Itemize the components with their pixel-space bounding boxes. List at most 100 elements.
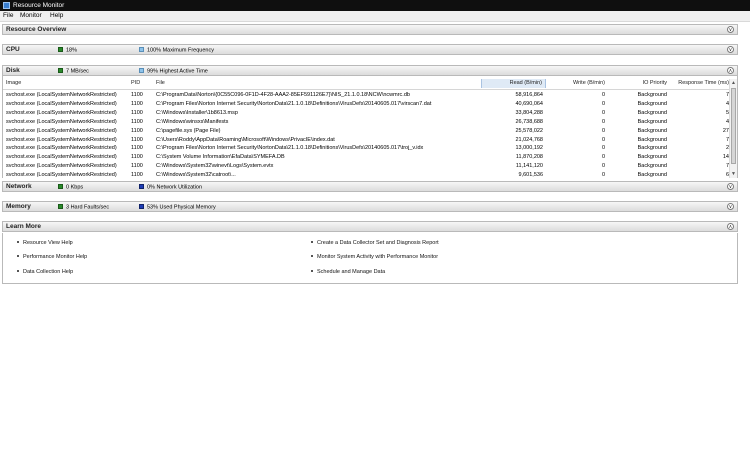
cell-read: 25,578,022 [515, 127, 543, 134]
col-io-priority[interactable]: IO Priority [607, 80, 667, 87]
cpu-usage-stat: 18% [58, 47, 77, 54]
link-create-data-collector-set[interactable]: Create a Data Collector Set and Diagnosi… [311, 240, 439, 247]
disk-header[interactable]: Disk 7 MB/sec 99% Highest Active Time ∧ [2, 65, 738, 76]
cell-io-priority: Background [637, 118, 667, 125]
cell-pid: 1100 [131, 136, 143, 143]
menu-monitor[interactable]: Monitor [20, 12, 42, 20]
disk-active-time: 99% Highest Active Time [147, 68, 208, 75]
table-row[interactable]: svchost.exe (LocalSystemNetworkRestricte… [3, 127, 730, 136]
network-title: Network [6, 183, 32, 190]
link-schedule-and-manage-data[interactable]: Schedule and Manage Data [311, 269, 385, 276]
menu-file[interactable]: File [3, 12, 13, 20]
resource-overview-header[interactable]: Resource Overview ∨ [2, 24, 738, 35]
chevron-down-icon[interactable]: ∨ [727, 183, 734, 190]
cell-image: svchost.exe (LocalSystemNetworkRestricte… [6, 136, 117, 143]
table-row[interactable]: svchost.exe (LocalSystemNetworkRestricte… [3, 109, 730, 118]
menu-help[interactable]: Help [50, 12, 63, 20]
cell-write: 0 [601, 109, 605, 116]
table-row[interactable]: svchost.exe (LocalSystemNetworkRestricte… [3, 118, 730, 127]
table-row[interactable]: svchost.exe (LocalSystemNetworkRestricte… [3, 153, 730, 162]
cell-io-priority: Background [637, 109, 667, 116]
col-file[interactable]: File [156, 80, 165, 87]
cell-file: C:\System Volume Information\EfaData\SYM… [156, 154, 285, 161]
disk-processes-table: Image PID File Read (B/min) Write (B/min… [2, 76, 738, 178]
cell-image: svchost.exe (LocalSystemNetworkRestricte… [6, 154, 117, 161]
cell-image: svchost.exe (LocalSystemNetworkRestricte… [6, 118, 117, 125]
link-performance-monitor-help[interactable]: Performance Monitor Help [17, 254, 87, 261]
cell-response-time: 27 [722, 127, 729, 134]
chevron-down-icon[interactable]: ∨ [727, 26, 734, 33]
cell-image: svchost.exe (LocalSystemNetworkRestricte… [6, 145, 117, 152]
learn-more-header[interactable]: Learn More ∧ [2, 221, 738, 232]
cell-write: 0 [601, 145, 605, 152]
cell-response-time: 4 [725, 118, 729, 125]
cell-write: 0 [601, 127, 605, 134]
table-row[interactable]: svchost.exe (LocalSystemNetworkRestricte… [3, 144, 730, 153]
cell-write: 0 [601, 154, 605, 161]
table-row[interactable]: svchost.exe (LocalSystemNetworkRestricte… [3, 91, 730, 100]
cell-file: C:\Users\Roddy\AppData\Roaming\Microsoft… [156, 136, 335, 143]
memory-used-stat: 53% Used Physical Memory [139, 204, 216, 211]
table-scrollbar[interactable]: ▲ ▼ [729, 79, 737, 178]
cell-image: svchost.exe (LocalSystemNetworkRestricte… [6, 109, 117, 116]
cell-file: C:\Windows\Installer\1b8613.msp [156, 109, 238, 116]
cell-pid: 1100 [131, 109, 143, 116]
chevron-up-icon[interactable]: ∧ [727, 67, 734, 74]
cell-response-time: 6 [725, 172, 729, 178]
table-row[interactable]: svchost.exe (LocalSystemNetworkRestricte… [3, 136, 730, 145]
table-row[interactable]: svchost.exe (LocalSystemNetworkRestricte… [3, 100, 730, 109]
cell-io-priority: Background [637, 172, 667, 178]
disk-io-stat: 7 MB/sec [58, 68, 89, 75]
green-square-icon [58, 47, 63, 52]
col-pid[interactable]: PID [131, 80, 140, 87]
cpu-header[interactable]: CPU 18% 100% Maximum Frequency ∨ [2, 44, 738, 55]
cell-response-time: 4 [725, 100, 729, 107]
link-monitor-system-activity[interactable]: Monitor System Activity with Performance… [311, 254, 438, 261]
cell-io-priority: Background [637, 127, 667, 134]
scroll-thumb[interactable] [731, 88, 736, 164]
chevron-down-icon[interactable]: ∨ [727, 203, 734, 210]
cell-write: 0 [601, 118, 605, 125]
green-square-icon [58, 204, 63, 209]
cell-write: 0 [601, 163, 605, 170]
cell-pid: 1100 [131, 100, 143, 107]
cell-read: 9,601,536 [518, 172, 543, 178]
cpu-usage: 18% [66, 47, 78, 54]
green-square-icon [58, 68, 63, 73]
chevron-up-icon[interactable]: ∧ [727, 223, 734, 230]
table-row[interactable]: svchost.exe (LocalSystemNetworkRestricte… [3, 171, 730, 178]
scroll-down-icon[interactable]: ▼ [730, 170, 737, 178]
cell-file: C:\pagefile.sys (Page File) [156, 127, 221, 134]
cell-write: 0 [601, 100, 605, 107]
green-square-icon [58, 184, 63, 189]
cell-io-priority: Background [637, 136, 667, 143]
cpu-frequency-stat: 100% Maximum Frequency [139, 47, 214, 54]
col-write[interactable]: Write (B/min) [547, 80, 605, 87]
network-rate: 0 Kbps [66, 184, 84, 191]
disk-active-stat: 99% Highest Active Time [139, 68, 208, 75]
chevron-down-icon[interactable]: ∨ [727, 46, 734, 53]
memory-title: Memory [6, 203, 31, 210]
table-row[interactable]: svchost.exe (LocalSystemNetworkRestricte… [3, 162, 730, 171]
network-header[interactable]: Network 0 Kbps 0% Network Utilization ∨ [2, 181, 738, 192]
bullet-icon [311, 270, 313, 272]
cell-image: svchost.exe (LocalSystemNetworkRestricte… [6, 127, 117, 134]
cell-file: C:\Program Files\Norton Internet Securit… [156, 100, 432, 107]
link-data-collection-help[interactable]: Data Collection Help [17, 269, 73, 276]
cell-pid: 1100 [131, 172, 143, 178]
bullet-icon [311, 255, 313, 257]
col-image[interactable]: Image [6, 80, 21, 87]
learn-more-title: Learn More [6, 223, 42, 230]
memory-faults-stat: 3 Hard Faults/sec [58, 204, 109, 211]
light-blue-square-icon [139, 47, 144, 52]
bullet-icon [17, 241, 19, 243]
memory-used: 53% Used Physical Memory [147, 204, 216, 211]
link-resource-view-help[interactable]: Resource View Help [17, 240, 73, 247]
col-response-time[interactable]: Response Time (ms) [669, 80, 729, 87]
scroll-up-icon[interactable]: ▲ [730, 79, 737, 87]
disk-title: Disk [6, 67, 20, 74]
cell-io-priority: Background [637, 145, 667, 152]
col-read-sorted[interactable]: Read (B/min) [481, 79, 546, 88]
network-utilization-stat: 0% Network Utilization [139, 184, 202, 191]
memory-header[interactable]: Memory 3 Hard Faults/sec 53% Used Physic… [2, 201, 738, 212]
